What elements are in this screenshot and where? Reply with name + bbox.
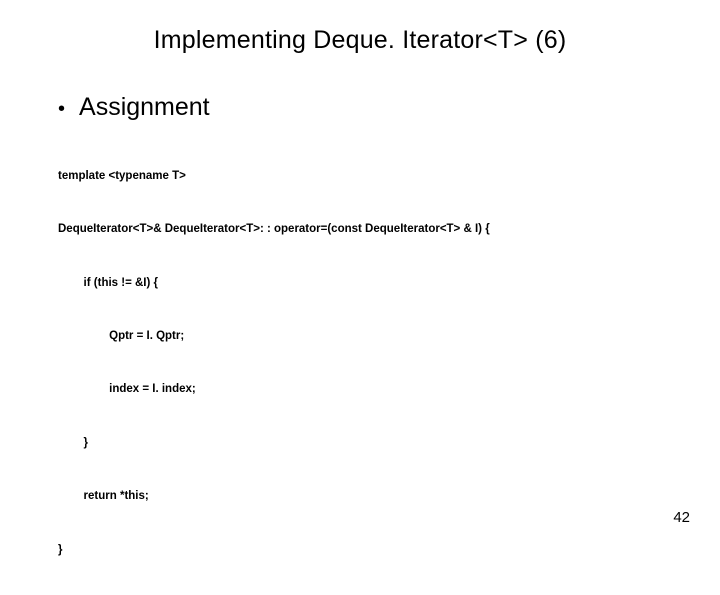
code-line: index = I. index; (58, 381, 680, 399)
page-number: 42 (673, 509, 690, 526)
code-line: } (58, 435, 680, 453)
code-line: } (58, 542, 680, 560)
bullet-text: Assignment (79, 93, 210, 122)
code-line: Qptr = I. Qptr; (58, 328, 680, 346)
slide: Implementing Deque. Iterator<T> (6) • As… (0, 0, 720, 540)
slide-title: Implementing Deque. Iterator<T> (6) (40, 26, 680, 55)
code-line: DequeIterator<T>& DequeIterator<T>: : op… (58, 221, 680, 239)
code-line: template <typename T> (58, 168, 680, 186)
code-line: return *this; (58, 488, 680, 506)
bullet-dot-icon: • (58, 99, 65, 119)
code-line: if (this != &I) { (58, 275, 680, 293)
bullet-item: • Assignment (58, 93, 680, 122)
code-block: template <typename T> DequeIterator<T>& … (58, 132, 680, 595)
